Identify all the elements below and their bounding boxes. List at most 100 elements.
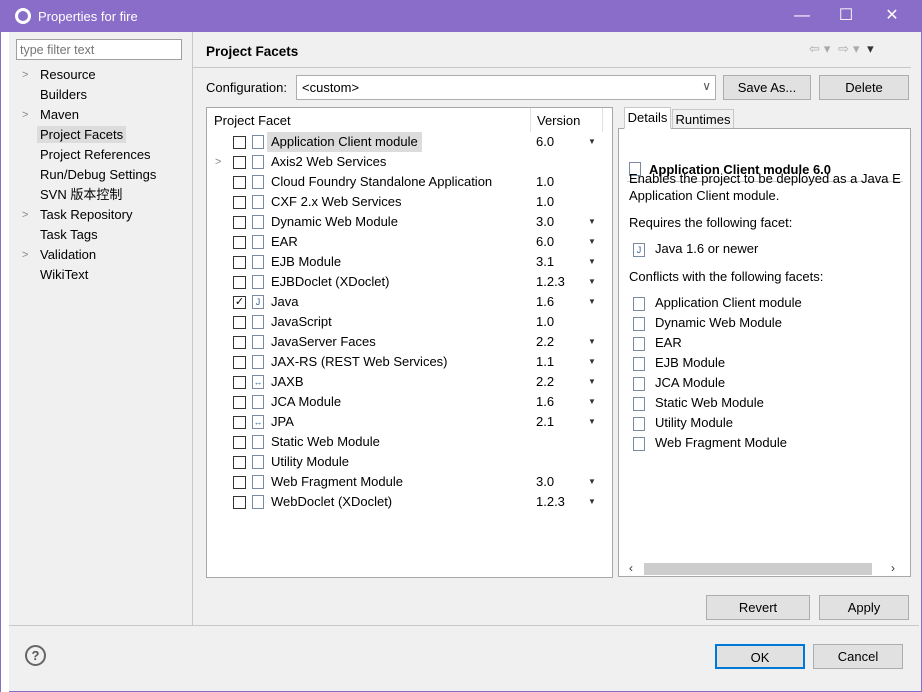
tree-item[interactable]: > Validation <box>16 245 192 265</box>
facet-checkbox[interactable] <box>233 456 246 469</box>
tree-item[interactable]: Project Facets <box>16 125 192 145</box>
facet-row[interactable]: Cloud Foundry Standalone Application 1.0 <box>207 172 612 192</box>
facet-checkbox[interactable] <box>233 436 246 449</box>
tree-item[interactable]: SVN 版本控制 <box>16 185 192 205</box>
facet-checkbox[interactable] <box>233 496 246 509</box>
facet-version[interactable]: 2.2 <box>536 332 554 352</box>
facet-checkbox[interactable] <box>233 476 246 489</box>
minimize-button[interactable]: — <box>779 1 825 32</box>
version-dropdown-icon[interactable]: ▼ <box>588 372 596 392</box>
tab-details[interactable]: Details <box>624 107 671 129</box>
facet-version[interactable]: 1.0 <box>536 172 554 192</box>
delete-button[interactable]: Delete <box>819 75 909 100</box>
forward-arrow-icon[interactable]: ⇨ <box>838 41 849 56</box>
tree-item[interactable]: > Maven <box>16 105 192 125</box>
expand-arrow-icon[interactable]: > <box>22 205 28 225</box>
facet-version[interactable]: 6.0 <box>536 132 554 152</box>
facet-version[interactable]: 1.0 <box>536 312 554 332</box>
facet-checkbox[interactable] <box>233 396 246 409</box>
facet-row[interactable]: JAX-RS (REST Web Services) 1.1 ▼ <box>207 352 612 372</box>
facet-version[interactable]: 3.1 <box>536 252 554 272</box>
facet-checkbox[interactable] <box>233 156 246 169</box>
sash[interactable] <box>192 32 193 625</box>
facet-checkbox[interactable] <box>233 416 246 429</box>
facet-checkbox[interactable] <box>233 216 246 229</box>
tree-item[interactable]: Project References <box>16 145 192 165</box>
version-dropdown-icon[interactable]: ▼ <box>588 472 596 492</box>
tree-item[interactable]: Task Tags <box>16 225 192 245</box>
facet-row[interactable]: > Axis2 Web Services <box>207 152 612 172</box>
facet-row[interactable]: Web Fragment Module 3.0 ▼ <box>207 472 612 492</box>
tree-item[interactable]: > Resource <box>16 65 192 85</box>
column-version[interactable]: Version <box>537 113 580 128</box>
facet-row[interactable]: WebDoclet (XDoclet) 1.2.3 ▼ <box>207 492 612 512</box>
expand-arrow-icon[interactable]: > <box>215 152 221 172</box>
facet-row[interactable]: EJB Module 3.1 ▼ <box>207 252 612 272</box>
facet-version[interactable]: 3.0 <box>536 212 554 232</box>
facet-checkbox[interactable] <box>233 316 246 329</box>
facet-checkbox[interactable]: ✓ <box>233 296 246 309</box>
horizontal-scrollbar[interactable]: ‹ › <box>627 561 903 577</box>
facet-row[interactable]: Dynamic Web Module 3.0 ▼ <box>207 212 612 232</box>
tree-item[interactable]: > Task Repository <box>16 205 192 225</box>
facet-version[interactable]: 1.1 <box>536 352 554 372</box>
tree-item[interactable]: Run/Debug Settings <box>16 165 192 185</box>
facet-version[interactable]: 6.0 <box>536 232 554 252</box>
scrollbar-thumb[interactable] <box>644 563 872 575</box>
facet-version[interactable]: 1.2.3 <box>536 272 565 292</box>
revert-button[interactable]: Revert <box>706 595 810 620</box>
view-menu-icon[interactable]: ▾ <box>867 41 874 56</box>
version-dropdown-icon[interactable]: ▼ <box>588 332 596 352</box>
facet-version[interactable]: 2.2 <box>536 372 554 392</box>
facet-version[interactable]: 1.2.3 <box>536 492 565 512</box>
facet-version[interactable]: 3.0 <box>536 472 554 492</box>
scroll-left-icon[interactable]: ‹ <box>629 561 633 575</box>
facet-row[interactable]: Static Web Module <box>207 432 612 452</box>
apply-button[interactable]: Apply <box>819 595 909 620</box>
filter-input[interactable] <box>16 39 182 60</box>
expand-arrow-icon[interactable]: > <box>22 245 28 265</box>
cancel-button[interactable]: Cancel <box>813 644 903 669</box>
facet-version[interactable]: 1.6 <box>536 292 554 312</box>
version-dropdown-icon[interactable]: ▼ <box>588 132 596 152</box>
version-dropdown-icon[interactable]: ▼ <box>588 492 596 512</box>
close-button[interactable]: ✕ <box>869 1 915 32</box>
facet-checkbox[interactable] <box>233 176 246 189</box>
help-icon[interactable]: ? <box>25 645 46 666</box>
configuration-select[interactable]: <custom> ∨ <box>296 75 716 100</box>
version-dropdown-icon[interactable]: ▼ <box>588 392 596 412</box>
facet-row[interactable]: ↔ JPA 2.1 ▼ <box>207 412 612 432</box>
forward-menu-icon[interactable]: ▾ <box>853 41 860 56</box>
facet-checkbox[interactable] <box>233 236 246 249</box>
facet-checkbox[interactable] <box>233 256 246 269</box>
version-dropdown-icon[interactable]: ▼ <box>588 212 596 232</box>
facet-checkbox[interactable] <box>233 196 246 209</box>
version-dropdown-icon[interactable]: ▼ <box>588 252 596 272</box>
facet-checkbox[interactable] <box>233 376 246 389</box>
facet-row[interactable]: EAR 6.0 ▼ <box>207 232 612 252</box>
ok-button[interactable]: OK <box>715 644 805 669</box>
facet-row[interactable]: JavaServer Faces 2.2 ▼ <box>207 332 612 352</box>
facet-row[interactable]: JavaScript 1.0 <box>207 312 612 332</box>
tree-item[interactable]: Builders <box>16 85 192 105</box>
column-project-facet[interactable]: Project Facet <box>214 113 291 128</box>
facet-row[interactable]: Application Client module 6.0 ▼ <box>207 132 612 152</box>
facet-row[interactable]: JCA Module 1.6 ▼ <box>207 392 612 412</box>
facet-checkbox[interactable] <box>233 356 246 369</box>
expand-arrow-icon[interactable]: > <box>22 105 28 125</box>
facet-checkbox[interactable] <box>233 276 246 289</box>
version-dropdown-icon[interactable]: ▼ <box>588 292 596 312</box>
facet-row[interactable]: Utility Module <box>207 452 612 472</box>
facet-row[interactable]: ↔ JAXB 2.2 ▼ <box>207 372 612 392</box>
save-as-button[interactable]: Save As... <box>723 75 811 100</box>
version-dropdown-icon[interactable]: ▼ <box>588 412 596 432</box>
facet-row[interactable]: EJBDoclet (XDoclet) 1.2.3 ▼ <box>207 272 612 292</box>
facet-checkbox[interactable] <box>233 336 246 349</box>
expand-arrow-icon[interactable]: > <box>22 65 28 85</box>
back-arrow-icon[interactable]: ⇦ <box>809 41 820 56</box>
version-dropdown-icon[interactable]: ▼ <box>588 232 596 252</box>
scroll-right-icon[interactable]: › <box>891 561 895 575</box>
facet-version[interactable]: 2.1 <box>536 412 554 432</box>
facet-version[interactable]: 1.0 <box>536 192 554 212</box>
version-dropdown-icon[interactable]: ▼ <box>588 352 596 372</box>
